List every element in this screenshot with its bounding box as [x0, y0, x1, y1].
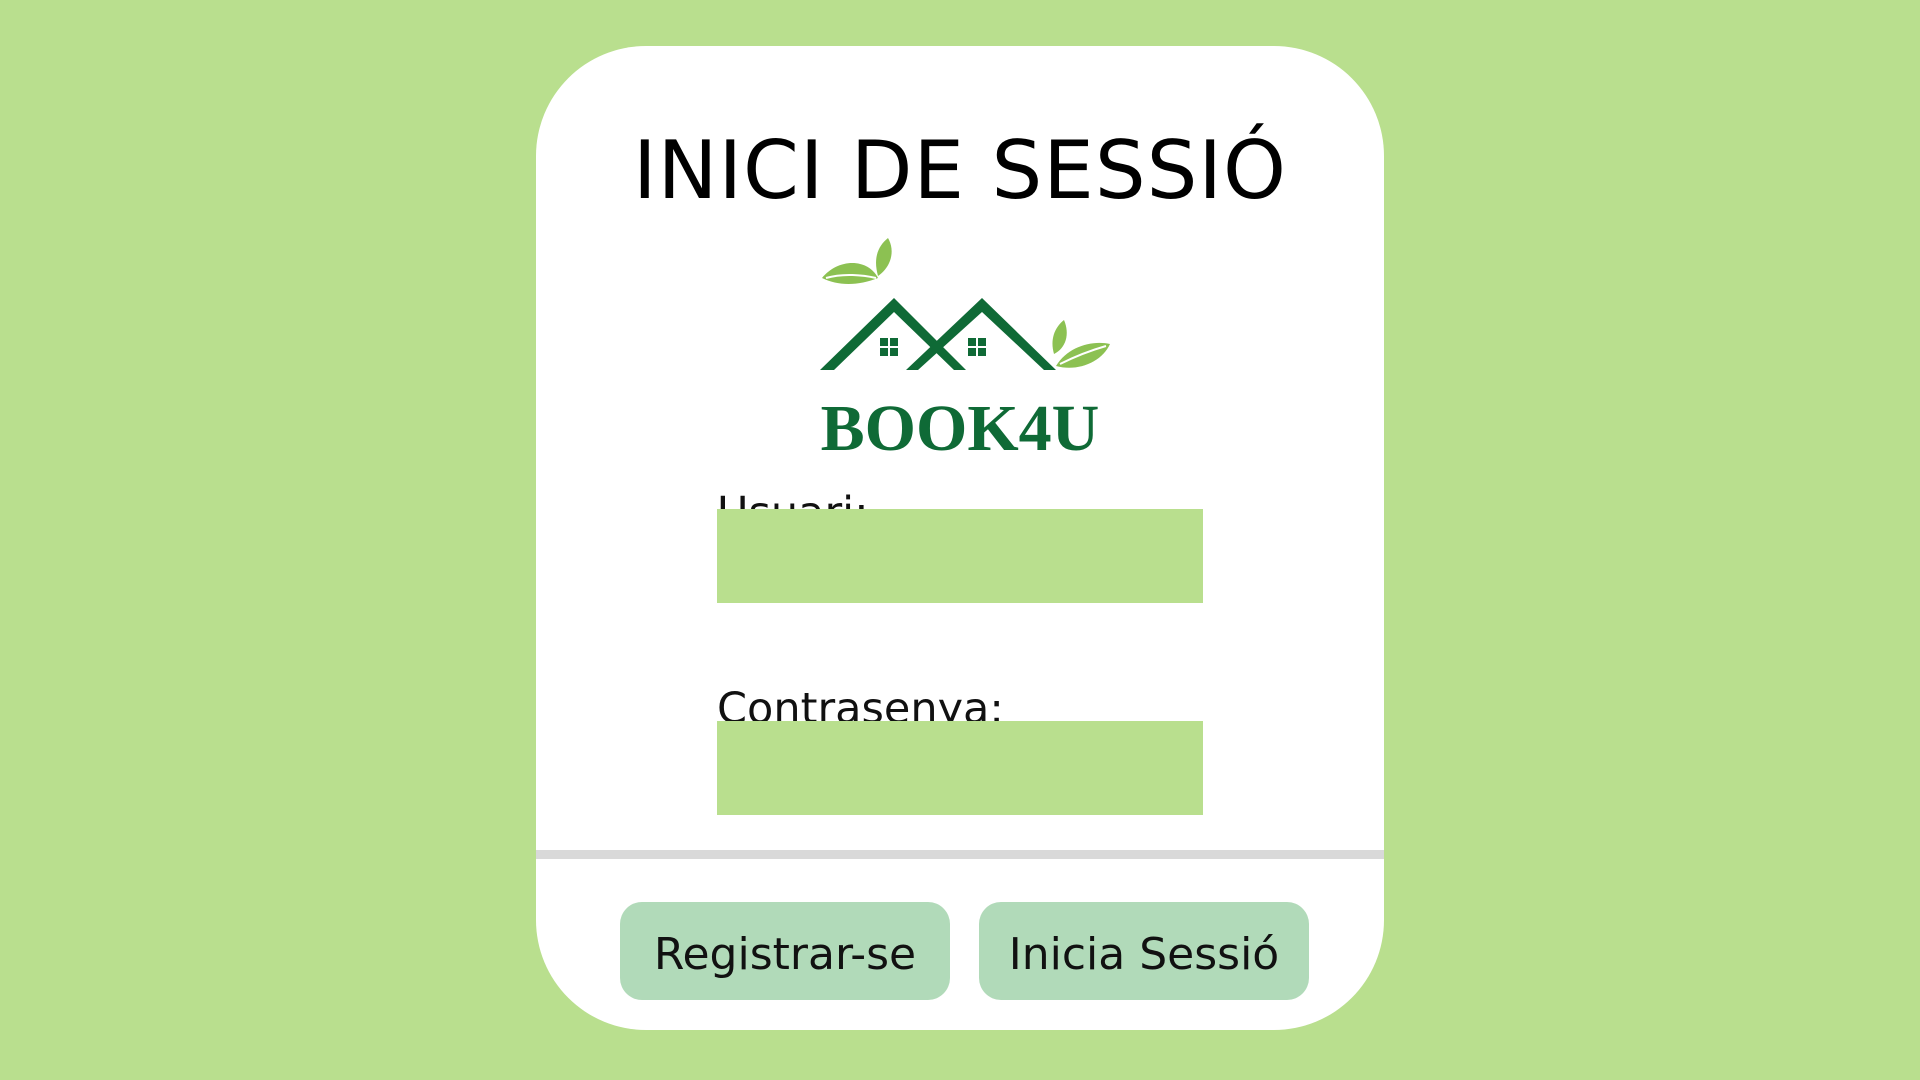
leaf-icon — [1052, 320, 1110, 368]
username-input[interactable] — [717, 509, 1203, 603]
book4u-logo: BOOK4U — [820, 238, 1110, 458]
register-button[interactable]: Registrar-se — [620, 902, 950, 1000]
divider — [536, 850, 1384, 859]
login-button[interactable]: Inicia Sessió — [979, 902, 1309, 1000]
password-input[interactable] — [717, 721, 1203, 815]
leaf-icon — [822, 238, 892, 284]
brand-name: BOOK4U — [821, 392, 1100, 458]
login-card: INICI DE SESSIÓ BOOK4U Contrasenya: Regi… — [536, 46, 1384, 1030]
page-title: INICI DE SESSIÓ — [633, 124, 1287, 217]
